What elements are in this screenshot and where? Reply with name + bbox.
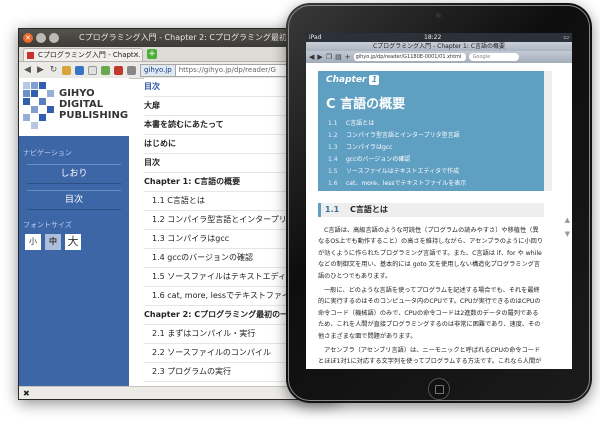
safari-back-icon[interactable]: ◀ [309,53,314,61]
chapter-section-list: 1.1 C言語とは 1.2 コンパイラ型言語とインタープリタ型言語 1.3 コンパイラはg… [318,112,544,190]
safari-toolbar: ◀ ▶ ❐ ▤ + gihyo.jp/dp/reader/G1180E-0001… [306,51,572,63]
url-text: https://gihyo.jp/dp/reader/G [178,65,276,74]
chapter-section-item[interactable]: 1.2 コンパイラ型言語とインタープリタ型言語 [328,130,544,142]
device-label: iPad [309,34,322,41]
ipad-device: iPad 18:22 ▭ Cプログラミング入門 - Chapter 1: C言語… [286,3,592,403]
favicon-icon [27,52,34,59]
window-close-button[interactable]: ✕ [23,33,33,43]
chapter-section-title: C言語とは [346,120,375,127]
clock: 18:22 [424,34,442,41]
reload-icon[interactable]: ↻ [49,65,58,75]
logo-line-2: DIGITAL [59,99,104,110]
ios-status-bar: iPad 18:22 ▭ [306,33,572,42]
safari-search-field[interactable]: Google [468,53,519,61]
safari-forward-icon[interactable]: ▶ [317,53,322,61]
url-host-badge: gihyo.jp [141,64,176,76]
window-minimize-button[interactable] [36,33,46,43]
chapter-section-item[interactable]: 1.1 C言語とは [328,118,544,130]
chapter-section-title: コンパイラ型言語とインタープリタ型言語 [346,132,460,139]
back-arrow-icon[interactable]: ◀ [23,65,32,75]
logo-line-1: GIHYO [59,88,95,99]
chapter-section-title: コンパイラはgcc [346,144,393,151]
chapter-number: 1 [369,75,380,85]
font-size-selector: 小 中 大 [19,230,129,250]
ipad-screen: iPad 18:22 ▭ Cプログラミング入門 - Chapter 1: C言語… [306,33,572,369]
chapter-section-title: gccのバージョンの確認 [346,156,411,163]
safari-page-title: Cプログラミング入門 - Chapter 1: C言語の概要 [306,42,572,51]
logo-mark-icon [23,82,57,130]
chapter-section-item[interactable]: 1.3 コンパイラはgcc [328,142,544,154]
chapter-section-number: 1.5 [328,168,338,175]
chapter-section-number: 1.6 [328,180,338,187]
bookmark-icon[interactable] [75,65,84,75]
safari-bookmarks-icon[interactable]: ▤ [335,53,342,61]
paragraph: C言語は、高級言語のような可読性（プログラムの読みやすさ）や移植性（異なるOS上… [318,227,544,280]
paragraph: アセンブラ（アセンブリ言語）は、ニーモニックと呼ばれるCPUの命令コードとほぼ1… [318,347,542,366]
paragraph: 一般に、どのような言語を使ってプログラムを記述する場合でも、それを最終的に実行す… [318,287,541,340]
chapter-section-title: cat、more、lessでテキストファイルを表示 [346,180,467,187]
home-button[interactable] [428,378,450,400]
bookmark-button[interactable]: しおり [27,164,121,184]
ebook-page: Chapter 1 C 言語の概要 1.1 C言語とは 1.2 コンパイラ型言語とインタ… [306,63,572,369]
chapter-section-number: 1.4 [328,156,338,163]
safari-address-bar[interactable]: gihyo.jp/dp/reader/G1180E-0001/01.xhtml [353,53,466,61]
close-findbar-icon[interactable]: ✖ [23,389,30,398]
chapter-section-item[interactable]: 1.5 ソースファイルはテキストエディタで作成 [328,166,544,178]
camera-icon [436,13,441,18]
tab-label: Cプログラミング入門 - Chapt... [38,51,141,59]
home-icon[interactable] [62,65,71,75]
section-heading: 1.1 C言語とは [318,203,544,217]
font-size-heading: フォントサイズ [23,221,72,229]
font-size-large-button[interactable]: 大 [65,234,81,250]
browser-tab[interactable]: Cプログラミング入門 - Chapt... ✕ [23,48,143,61]
font-size-small-button[interactable]: 小 [25,234,41,250]
chapter-label: Chapter 1 [318,71,544,85]
section-body: C言語は、高級言語のような可読性（プログラムの読みやすさ）や移植性（異なるOS上… [318,225,544,369]
section-heading-number: 1.1 [325,205,340,214]
chapter-title: C 言語の概要 [326,97,406,112]
section-heading-title: C言語とは [349,205,388,214]
forward-arrow-icon[interactable]: ▶ [36,65,45,75]
safari-pages-icon[interactable]: ❐ [326,53,332,61]
contents-button[interactable]: 目次 [27,190,121,210]
chapter-section-item[interactable]: 1.6 cat、more、lessでテキストファイルを表示 [328,178,544,190]
chapter-section-number: 1.3 [328,144,338,151]
page-icon[interactable] [88,65,97,75]
chapter-section-number: 1.2 [328,132,338,139]
battery-icon: ▭ [563,34,569,41]
chapter-section-number: 1.1 [328,120,338,127]
tab-close-icon[interactable]: ✕ [133,49,139,61]
gihyo-logo: GIHYO DIGITAL PUBLISHING [19,78,129,136]
address-bar[interactable]: gihyo.jp https://gihyo.jp/dp/reader/G [140,63,292,77]
addon-icon[interactable] [114,65,123,75]
logo-line-3: PUBLISHING [59,110,129,121]
window-maximize-button[interactable] [49,33,59,43]
reader-sidebar: GIHYO DIGITAL PUBLISHING ナビゲーション しおり 目次 … [19,78,129,386]
extension-icon[interactable] [101,65,110,75]
safari-share-icon[interactable]: + [345,53,351,61]
font-size-medium-button[interactable]: 中 [45,234,61,250]
chapter-cover-box: Chapter 1 C 言語の概要 1.1 C言語とは 1.2 コンパイラ型言語とインタ… [318,71,544,191]
page-nav-arrows[interactable]: ▲ ▼ [565,213,570,241]
print-icon[interactable] [127,65,136,75]
chapter-section-item[interactable]: 1.4 gccのバージョンの確認 [328,154,544,166]
new-tab-button[interactable]: + [147,49,157,59]
chapter-section-title: ソースファイルはテキストエディタで作成 [346,168,460,175]
navigation-heading: ナビゲーション [23,149,72,157]
